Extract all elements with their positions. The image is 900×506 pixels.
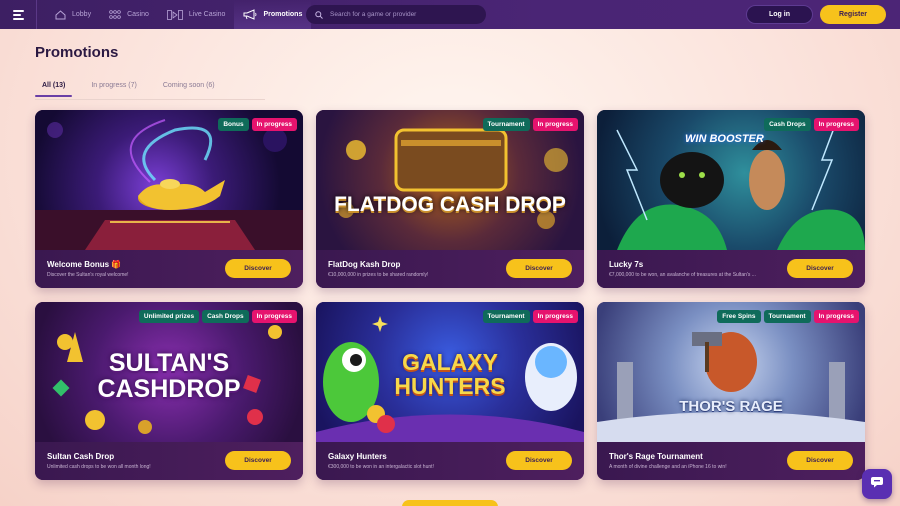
badge-status: In progress <box>532 118 578 131</box>
discover-button[interactable]: Discover <box>506 451 572 470</box>
card-title: Sultan Cash Drop <box>47 452 115 461</box>
card-badges: Cash Drops In progress <box>764 118 859 131</box>
promo-card-flatdog-kash-drop[interactable]: FLATDOG CASH DROP Tournament In progress… <box>316 110 584 288</box>
card-art-text: GALAXY HUNTERS <box>394 349 506 400</box>
badge-status: In progress <box>813 310 859 323</box>
card-footer: FlatDog Kash Drop €10,000,000 in prizes … <box>316 250 584 288</box>
card-description: €7,000,000 to be won, an avalanche of tr… <box>609 272 756 278</box>
discover-button[interactable]: Discover <box>787 259 853 278</box>
badge-category: Bonus <box>218 118 249 131</box>
search-icon <box>315 6 323 24</box>
badge-category: Tournament <box>763 310 811 323</box>
card-footer: Sultan Cash Drop Unlimited cash drops to… <box>35 442 303 480</box>
promo-card-sultan-cash-drop[interactable]: SULTAN'S CASHDROP Unlimited prizes Cash … <box>35 302 303 480</box>
discover-button[interactable]: Discover <box>225 259 291 278</box>
badge-category: Cash Drops <box>202 310 249 323</box>
treasure-chest-illustration <box>338 128 568 229</box>
tab-coming-soon[interactable]: Coming soon (6) <box>156 82 222 97</box>
nav-promotions[interactable]: Promotions <box>234 0 312 29</box>
card-image: SULTAN'S CASHDROP <box>35 302 303 442</box>
tabs-divider <box>35 99 265 100</box>
chat-icon <box>870 475 884 493</box>
tab-all[interactable]: All (13) <box>35 82 73 97</box>
card-badges: Tournament In progress <box>482 310 578 323</box>
nav-casino-label: Casino <box>127 11 149 18</box>
nav-live-casino-label: Live Casino <box>188 11 226 18</box>
card-art-text: THOR'S RAGE <box>679 398 783 415</box>
card-image: WIN BOOSTER <box>597 110 865 250</box>
badge-status: In progress <box>251 310 297 323</box>
nav-casino[interactable]: Casino <box>100 0 158 29</box>
card-title: FlatDog Kash Drop <box>328 260 401 269</box>
card-image: FLATDOG CASH DROP <box>316 110 584 250</box>
card-footer: Galaxy Hunters €300,000 to be won in an … <box>316 442 584 480</box>
promo-card-galaxy-hunters[interactable]: GALAXY HUNTERS Tournament In progress Ga… <box>316 302 584 480</box>
badge-category: Tournament <box>482 310 530 323</box>
card-badges: Free Spins Tournament In progress <box>717 310 859 323</box>
card-badges: Bonus In progress <box>218 118 297 131</box>
card-image: THOR'S RAGE <box>597 302 865 442</box>
promo-card-lucky-7s[interactable]: WIN BOOSTER Cash Drops In progress Lucky… <box>597 110 865 288</box>
search-input[interactable] <box>330 11 480 18</box>
register-button[interactable]: Register <box>820 5 886 24</box>
nav-live-casino[interactable]: Live Casino <box>158 0 235 29</box>
grid-icon <box>109 9 121 20</box>
panther-illustration <box>616 119 865 250</box>
tab-in-progress[interactable]: In progress (7) <box>84 82 144 97</box>
card-title: Lucky 7s <box>609 260 644 269</box>
nav-lobby-label: Lobby <box>72 11 92 18</box>
card-description: Unlimited cash drops to be won all month… <box>47 464 151 470</box>
card-description: €10,000,000 in prizes to be shared rando… <box>328 272 429 278</box>
card-description: €300,000 to be won in an intergalactic s… <box>328 464 434 470</box>
badge-category: Cash Drops <box>764 118 811 131</box>
search-bar[interactable] <box>306 5 486 24</box>
card-title: Galaxy Hunters <box>328 452 387 461</box>
menu-icon[interactable] <box>0 0 37 29</box>
card-title: Welcome Bonus 🎁 <box>47 260 122 269</box>
load-more-button[interactable] <box>402 500 498 506</box>
card-image: GALAXY HUNTERS <box>316 302 584 442</box>
card-art-text: FLATDOG CASH DROP <box>334 193 566 216</box>
thor-illustration <box>597 332 865 442</box>
badge-status: In progress <box>532 310 578 323</box>
card-footer: Welcome Bonus 🎁 Discover the Sultan's ro… <box>35 250 303 288</box>
login-button[interactable]: Log in <box>746 5 813 24</box>
card-art-text: WIN BOOSTER <box>685 133 764 145</box>
card-title: Thor's Rage Tournament <box>609 452 703 461</box>
discover-button[interactable]: Discover <box>787 451 853 470</box>
card-footer: Thor's Rage Tournament A month of divine… <box>597 442 865 480</box>
chat-button[interactable] <box>862 469 892 499</box>
card-description: Discover the Sultan's royal welcome! <box>47 272 129 278</box>
nav-promotions-label: Promotions <box>263 11 303 18</box>
card-image <box>35 110 303 250</box>
card-badges: Tournament In progress <box>482 118 578 131</box>
card-description: A month of divine challenge and an iPhon… <box>609 464 727 470</box>
nav-lobby[interactable]: Lobby <box>45 0 100 29</box>
megaphone-icon <box>243 9 257 20</box>
discover-button[interactable]: Discover <box>225 451 291 470</box>
magic-lamp-illustration <box>35 119 303 250</box>
home-icon <box>54 9 66 20</box>
card-art-text: SULTAN'S CASHDROP <box>97 349 241 404</box>
card-footer: Lucky 7s €7,000,000 to be won, an avalan… <box>597 250 865 288</box>
badge-category: Tournament <box>482 118 530 131</box>
badge-status: In progress <box>251 118 297 131</box>
promo-card-thors-rage[interactable]: THOR'S RAGE Free Spins Tournament In pro… <box>597 302 865 480</box>
discover-button[interactable]: Discover <box>506 259 572 278</box>
card-badges: Unlimited prizes Cash Drops In progress <box>138 310 297 323</box>
filter-tabs: All (13) In progress (7) Coming soon (6) <box>35 82 234 97</box>
play-icon <box>166 9 183 20</box>
page-title: Promotions <box>35 44 119 61</box>
badge-status: In progress <box>813 118 859 131</box>
badge-category: Unlimited prizes <box>138 310 200 323</box>
badge-category: Free Spins <box>717 310 761 323</box>
promo-card-welcome-bonus[interactable]: Bonus In progress Welcome Bonus 🎁 Discov… <box>35 110 303 288</box>
